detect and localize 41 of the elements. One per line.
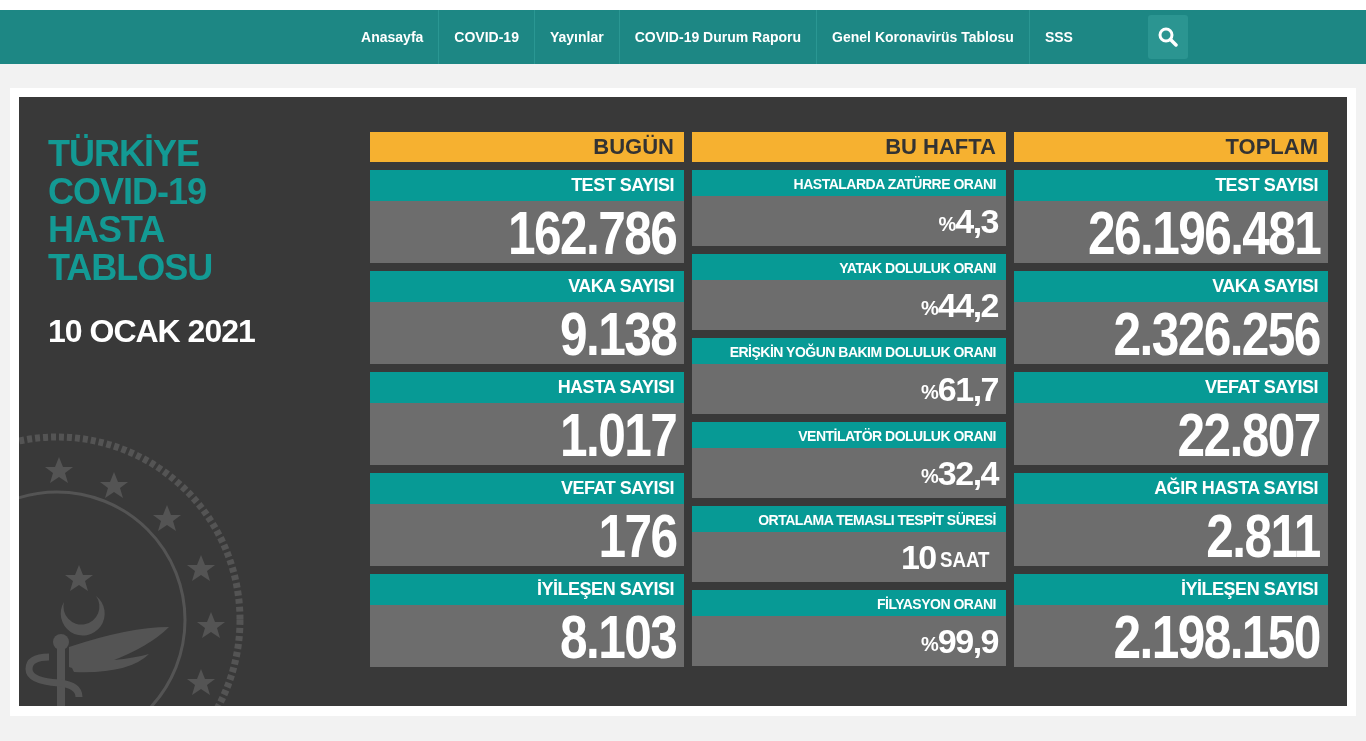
stat-value: 32,4: [937, 453, 998, 493]
stat-label: VAKA SAYISI: [1014, 271, 1328, 302]
percent-sign: %: [921, 464, 938, 487]
nav-link[interactable]: Genel Koronavirüs Tablosu: [817, 10, 1030, 64]
stat-value: 4,3: [955, 201, 998, 241]
nav-link[interactable]: COVID-19 Durum Raporu: [619, 10, 818, 64]
percent-sign: %: [921, 632, 938, 655]
search-button[interactable]: [1147, 15, 1188, 59]
nav-link[interactable]: Yayınlar: [534, 10, 620, 64]
dashboard-title: TÜRKİYE COVID-19 HASTA TABLOSU: [48, 135, 213, 287]
report-date: 10 OCAK 2021: [48, 313, 256, 350]
column-header: BU HAFTA: [692, 132, 1006, 162]
stat-label: VEFAT SAYISI: [1014, 372, 1328, 403]
nav-link[interactable]: Anasayfa: [346, 10, 440, 64]
stat-label: VAKA SAYISI: [370, 271, 684, 302]
unit-label: SAAT: [939, 547, 990, 573]
stat-label: VEFAT SAYISI: [370, 473, 684, 504]
stat-label: VENTİLATÖR DOLULUK ORANI: [692, 422, 1006, 448]
stat-label: YATAK DOLULUK ORANI: [692, 254, 1006, 280]
stat-label: TEST SAYISI: [1014, 170, 1328, 201]
stat-label: ERİŞKİN YOĞUN BAKIM DOLULUK ORANI: [692, 338, 1006, 364]
stat-value: 44,2: [937, 285, 998, 325]
stat-label: TEST SAYISI: [370, 170, 684, 201]
stat-value: 61,7: [937, 369, 998, 409]
percent-sign: %: [921, 380, 938, 403]
stat-label: İYİLEŞEN SAYISI: [1014, 574, 1328, 605]
stat-label: İYİLEŞEN SAYISI: [370, 574, 684, 605]
stat-label: ORTALAMA TEMASLI TESPİT SÜRESİ: [692, 506, 1006, 532]
nav-link[interactable]: SSS: [1029, 10, 1088, 64]
percent-sign: %: [938, 212, 956, 235]
stat-label: HASTALARDA ZATÜRRE ORANI: [692, 170, 1006, 196]
stat-value: 99,9: [937, 621, 998, 661]
stat-label: AĞIR HASTA SAYISI: [1014, 473, 1328, 504]
column-header: BUGÜN: [370, 132, 684, 162]
nav-link[interactable]: COVID-19: [439, 10, 535, 64]
search-icon: [1157, 27, 1178, 47]
column-header: TOPLAM: [1014, 132, 1328, 162]
stat-label: HASTA SAYISI: [370, 372, 684, 403]
percent-sign: %: [921, 296, 938, 319]
stat-label: FİLYASYON ORANI: [692, 590, 1006, 616]
stat-value: 10: [900, 537, 936, 577]
